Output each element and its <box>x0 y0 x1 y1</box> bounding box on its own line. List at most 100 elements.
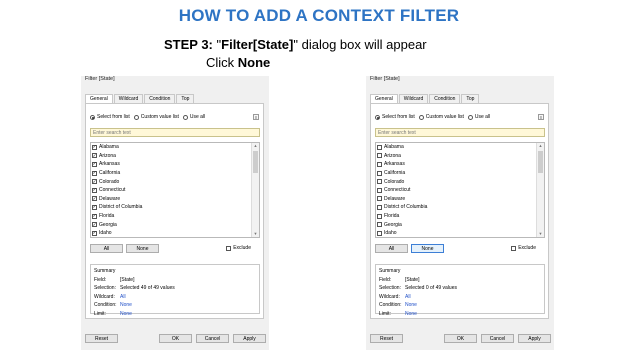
select-from-list-radio[interactable] <box>375 114 380 120</box>
state-checkbox[interactable] <box>377 230 382 236</box>
search-input[interactable]: Enter search text <box>375 128 545 137</box>
state-checkbox[interactable] <box>377 144 382 150</box>
state-list-item[interactable]: Arizona <box>376 152 544 161</box>
summary-limit-value[interactable]: None <box>120 310 132 319</box>
state-list-item[interactable]: ✓ District of Columbia <box>91 203 259 212</box>
summary-condition-value[interactable]: None <box>120 301 132 310</box>
tab-wildcard[interactable]: Wildcard <box>113 94 144 103</box>
state-list-item[interactable]: Colorado <box>376 177 544 186</box>
exclude-option[interactable]: Exclude <box>226 245 251 251</box>
custom-value-list-radio[interactable] <box>418 114 424 120</box>
ok-button[interactable]: OK <box>444 334 477 343</box>
state-list-item[interactable]: ✓ Georgia <box>91 220 259 229</box>
custom-value-list-label: Custom value list <box>140 114 179 120</box>
state-checkbox[interactable]: ✓ <box>92 222 97 228</box>
tab-general[interactable]: General <box>85 94 113 103</box>
state-checkbox[interactable] <box>377 161 382 167</box>
none-button[interactable]: None <box>126 244 159 253</box>
state-list-item[interactable]: District of Columbia <box>376 203 544 212</box>
state-checkbox[interactable]: ✓ <box>92 188 97 193</box>
state-label: Connecticut <box>384 187 411 194</box>
state-checkbox[interactable]: ✓ <box>92 230 97 236</box>
summary-wildcard-value[interactable]: All <box>120 293 126 302</box>
state-list-item[interactable]: Florida <box>376 212 544 221</box>
general-panel: Select from list Custom value list Use a… <box>370 103 549 319</box>
exclude-checkbox[interactable] <box>226 245 232 251</box>
state-list-item[interactable]: ✓ California <box>91 169 259 178</box>
list-scrollbar[interactable]: ▲ ▼ <box>536 143 544 237</box>
state-checkbox[interactable]: ✓ <box>92 145 97 150</box>
scroll-down-icon[interactable]: ▼ <box>537 231 544 237</box>
reset-button[interactable]: Reset <box>85 334 118 343</box>
state-checkbox[interactable]: ✓ <box>92 196 97 202</box>
state-checkbox[interactable]: ✓ <box>92 153 97 159</box>
state-checkbox[interactable]: ✓ <box>92 179 97 185</box>
list-scrollbar[interactable]: ▲ ▼ <box>251 143 259 237</box>
scroll-down-icon[interactable]: ▼ <box>252 231 259 237</box>
state-list-item[interactable]: Idaho <box>376 229 544 237</box>
state-list-item[interactable]: ✓ Alabama <box>91 143 259 152</box>
tab-top[interactable]: Top <box>461 94 480 103</box>
summary-wildcard-value[interactable]: All <box>405 293 411 302</box>
apply-button[interactable]: Apply <box>518 334 551 343</box>
state-list-item[interactable]: California <box>376 169 544 178</box>
tab-top[interactable]: Top <box>176 94 195 103</box>
state-list-item[interactable]: Connecticut <box>376 186 544 195</box>
exclude-option[interactable]: Exclude <box>511 245 536 251</box>
state-checkbox[interactable]: ✓ <box>92 213 97 219</box>
state-checkbox[interactable] <box>377 153 382 159</box>
none-button[interactable]: None <box>411 244 444 253</box>
scroll-thumb[interactable] <box>538 151 543 173</box>
use-all-radio[interactable] <box>467 114 473 120</box>
state-list-item[interactable]: ✓ Connecticut <box>91 186 259 195</box>
state-list-item[interactable]: ✓ Arizona <box>91 152 259 161</box>
state-list-item[interactable]: ✓ Arkansas <box>91 160 259 169</box>
tab-condition[interactable]: Condition <box>429 94 461 103</box>
state-checkbox[interactable]: ✓ <box>92 162 97 167</box>
state-checkbox[interactable] <box>377 222 382 228</box>
summary-condition-value[interactable]: None <box>405 301 417 310</box>
scroll-up-icon[interactable]: ▲ <box>537 143 544 149</box>
state-list-item[interactable]: Alabama <box>376 143 544 152</box>
state-list-item[interactable]: Delaware <box>376 195 544 204</box>
state-list-item[interactable]: ✓ Florida <box>91 212 259 221</box>
tab-condition[interactable]: Condition <box>144 94 176 103</box>
state-checkbox[interactable] <box>377 213 382 219</box>
reset-button[interactable]: Reset <box>370 334 403 343</box>
cancel-button[interactable]: Cancel <box>481 334 514 343</box>
use-all-radio[interactable] <box>182 114 188 120</box>
state-checkbox[interactable] <box>377 196 382 202</box>
state-list-item[interactable]: ✓ Colorado <box>91 177 259 186</box>
click-target: None <box>237 55 271 70</box>
summary-limit-value[interactable]: None <box>405 310 417 319</box>
state-checkbox[interactable] <box>377 187 382 193</box>
apply-button[interactable]: Apply <box>233 334 266 343</box>
ok-button[interactable]: OK <box>159 334 192 343</box>
tab-general[interactable]: General <box>370 94 398 103</box>
state-checkbox[interactable] <box>377 204 382 210</box>
state-label: California <box>384 170 406 177</box>
state-list-item[interactable]: ✓ Delaware <box>91 195 259 204</box>
state-label: Alabama <box>384 144 404 151</box>
tab-wildcard[interactable]: Wildcard <box>398 94 429 103</box>
state-list-item[interactable]: Arkansas <box>376 160 544 169</box>
all-button[interactable]: All <box>375 244 408 253</box>
all-button[interactable]: All <box>90 244 123 253</box>
select-from-list-radio[interactable] <box>90 114 95 120</box>
scroll-up-icon[interactable]: ▲ <box>252 143 259 149</box>
state-checkbox[interactable] <box>377 170 382 176</box>
state-list-item[interactable]: ✓ Idaho <box>91 229 259 237</box>
state-checkbox[interactable]: ✓ <box>92 170 97 176</box>
cancel-button[interactable]: Cancel <box>196 334 229 343</box>
exclude-label: Exclude <box>518 245 536 251</box>
list-options-button[interactable]: ≡ <box>538 114 544 120</box>
exclude-checkbox[interactable] <box>511 245 517 251</box>
state-checkbox[interactable] <box>377 179 382 185</box>
custom-value-list-radio[interactable] <box>133 114 139 120</box>
tab-bar: General Wildcard Condition Top <box>370 94 480 103</box>
scroll-thumb[interactable] <box>253 151 258 173</box>
state-checkbox[interactable]: ✓ <box>92 205 97 210</box>
list-options-button[interactable]: ≡ <box>253 114 259 120</box>
state-list-item[interactable]: Georgia <box>376 220 544 229</box>
search-input[interactable]: Enter search text <box>90 128 260 137</box>
